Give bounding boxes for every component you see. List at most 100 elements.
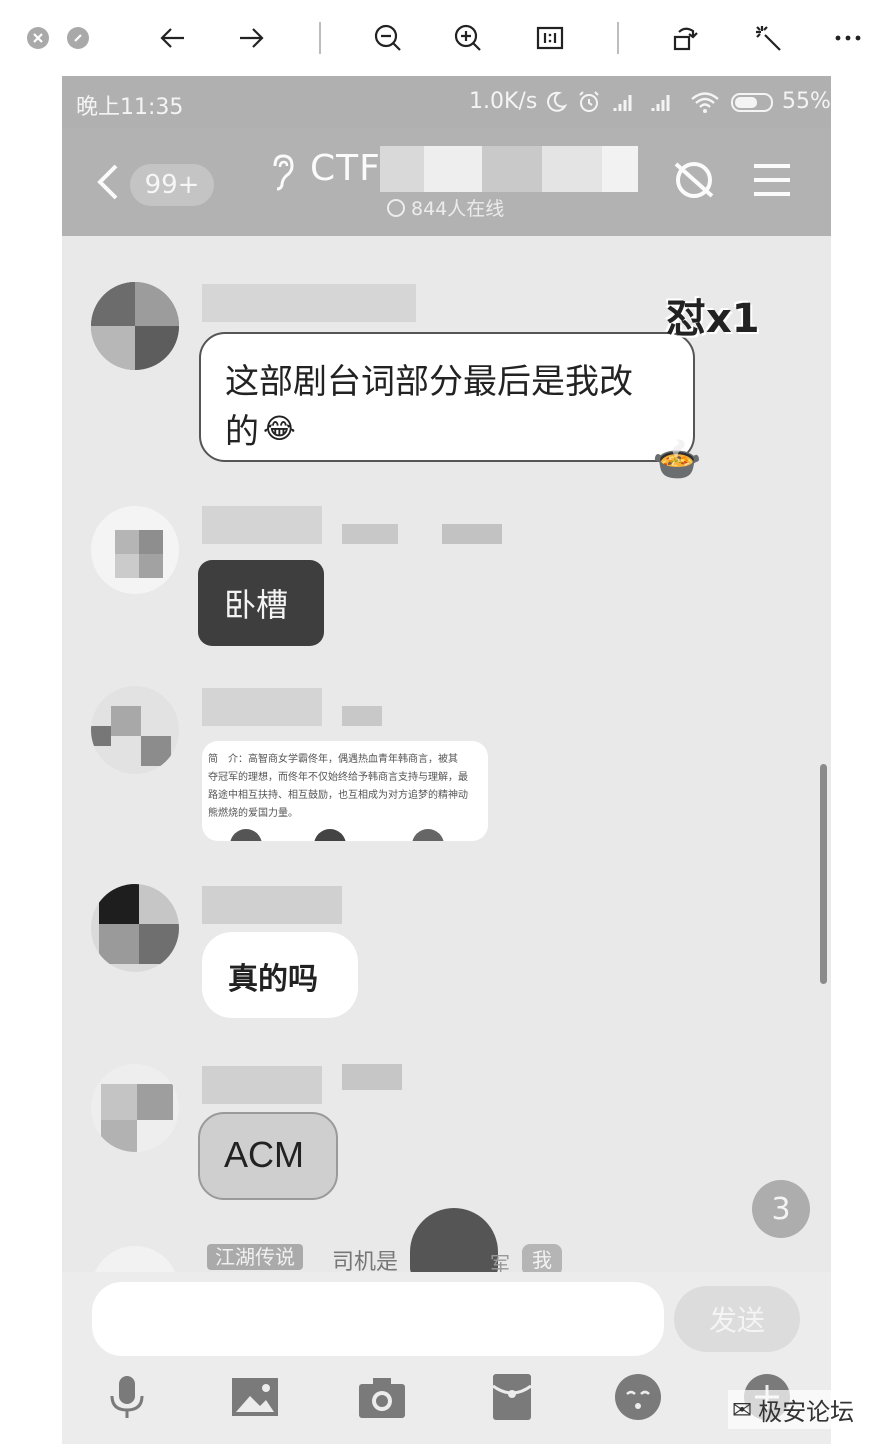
pixel-block — [91, 282, 135, 326]
online-dot-icon — [387, 198, 405, 217]
image-face — [230, 829, 262, 841]
watermark-text: 极安论坛 — [758, 1398, 855, 1426]
pixel-block — [141, 736, 171, 766]
blurred-name — [202, 1066, 322, 1104]
scrollbar[interactable] — [820, 764, 827, 984]
message-text: 真的吗 — [228, 962, 318, 997]
signal-icon — [613, 95, 632, 111]
wechat-logo-icon: ✉ — [732, 1395, 753, 1424]
message-bubble[interactable]: 真的吗 — [202, 932, 358, 1018]
blurred-title-block — [482, 146, 542, 192]
next-image-button[interactable] — [233, 20, 269, 56]
message-bubble[interactable]: 这部剧台词部分最后是我改 的 😂 — [199, 332, 695, 462]
rotate-button[interactable] — [668, 20, 704, 56]
pixel-block — [139, 554, 163, 578]
zoom-in-icon — [454, 24, 481, 51]
message-text: ACM — [224, 1134, 304, 1175]
toolbar-divider — [617, 22, 619, 54]
pixel-block — [111, 706, 141, 736]
watermark: ✉ 极安论坛 — [728, 1390, 859, 1429]
unread-count-badge[interactable]: 99+ — [130, 164, 214, 206]
new-message-count-bubble[interactable]: 3 — [752, 1180, 810, 1238]
enhance-button[interactable] — [750, 20, 786, 56]
rank-badge: 怼x1 — [666, 296, 760, 342]
message-text: 卧槽 — [224, 586, 289, 624]
image-text-line: 熊燃烧的爱国力量。 — [208, 808, 298, 819]
actual-size-button[interactable] — [532, 20, 568, 56]
image-icon[interactable] — [230, 1372, 280, 1422]
alarm-icon — [579, 91, 599, 112]
image-text-line: 路途中相互扶持、相互鼓励，也互相成为对方追梦的精神动 — [208, 790, 468, 801]
avatar[interactable] — [91, 1064, 179, 1152]
close-window-button[interactable] — [27, 27, 49, 49]
menu-icon[interactable] — [748, 156, 796, 204]
avatar[interactable] — [91, 282, 179, 370]
planet-icon[interactable] — [670, 156, 718, 204]
message-list: 这部剧台词部分最后是我改 的 😂 怼x1 🍲 卧槽 简 介：高智商女学霸佟年，偶… — [62, 236, 831, 1334]
chat-header: 99+ CTF 844人在线 — [62, 128, 831, 236]
bowl-sticker-icon: 🍲 — [652, 437, 702, 483]
microphone-icon[interactable] — [102, 1372, 152, 1422]
zoom-in-button[interactable] — [450, 20, 486, 56]
image-face — [314, 829, 346, 841]
rotate-icon — [673, 27, 698, 51]
signal-icon — [651, 95, 670, 111]
status-time: 晚上11:35 — [76, 95, 184, 120]
blurred-name — [202, 886, 342, 924]
zoom-out-button[interactable] — [370, 20, 406, 56]
pixel-block — [91, 326, 135, 370]
battery-percent: 55% — [782, 89, 831, 114]
pixel-block — [99, 884, 139, 924]
online-count: 844人在线 — [387, 194, 504, 221]
moon-icon — [547, 91, 568, 112]
image-message[interactable]: 简 介：高智商女学霸佟年，偶遇热血青年韩商言，被其 夺冠军的理想，而佟年不仅始终… — [202, 741, 488, 841]
blurred-name — [442, 524, 502, 544]
message-text: 这部剧台词部分最后是我改 — [225, 362, 633, 402]
magic-wand-icon — [756, 26, 781, 51]
more-icon — [835, 35, 861, 41]
message-bubble[interactable]: 卧槽 — [198, 560, 324, 646]
blurred-title-block — [542, 146, 602, 192]
pixel-block — [115, 530, 139, 554]
pixel-block — [135, 326, 179, 370]
ear-icon[interactable] — [267, 152, 297, 192]
pixel-block — [137, 1084, 173, 1120]
pixel-block — [101, 1120, 137, 1152]
pixel-block — [139, 884, 179, 924]
pixel-block — [99, 924, 139, 964]
minimize-window-button[interactable] — [67, 27, 89, 49]
pixel-block — [139, 530, 163, 554]
more-button[interactable] — [830, 20, 866, 56]
message-text-line: 的 😂 — [225, 404, 296, 453]
toolbar-divider — [319, 22, 321, 54]
close-icon — [33, 33, 43, 43]
laugh-emoji-icon: 😂 — [263, 412, 296, 445]
back-arrow-icon[interactable] — [92, 162, 122, 202]
blurred-name — [202, 284, 416, 322]
blurred-name — [342, 1064, 402, 1090]
avatar[interactable] — [91, 884, 179, 972]
wifi-icon — [691, 92, 719, 113]
message-bubble[interactable]: ACM — [198, 1112, 338, 1200]
image-text-line: 夺冠军的理想，而佟年不仅始终给予韩商言支持与理解，最 — [208, 772, 468, 783]
pixel-block — [135, 282, 179, 326]
title-tag: 江湖传说 — [207, 1244, 303, 1270]
avatar[interactable] — [91, 506, 179, 594]
emoji-icon[interactable] — [613, 1372, 663, 1422]
pixel-block — [91, 726, 111, 746]
blurred-title-block — [602, 146, 638, 192]
camera-icon[interactable] — [357, 1372, 407, 1422]
minimize-icon — [74, 34, 82, 42]
blurred-name — [342, 524, 398, 544]
arrow-right-icon — [240, 28, 264, 48]
avatar[interactable] — [91, 686, 179, 774]
blurred-name — [202, 688, 322, 726]
previous-image-button[interactable] — [155, 20, 191, 56]
zoom-out-icon — [374, 24, 401, 51]
blurred-title-block — [424, 146, 482, 192]
status-net-speed: 1.0K/s — [469, 89, 538, 114]
red-packet-icon[interactable] — [487, 1372, 537, 1422]
actual-size-icon — [536, 26, 564, 50]
send-button[interactable]: 发送 — [674, 1286, 800, 1352]
message-input[interactable] — [92, 1282, 664, 1356]
